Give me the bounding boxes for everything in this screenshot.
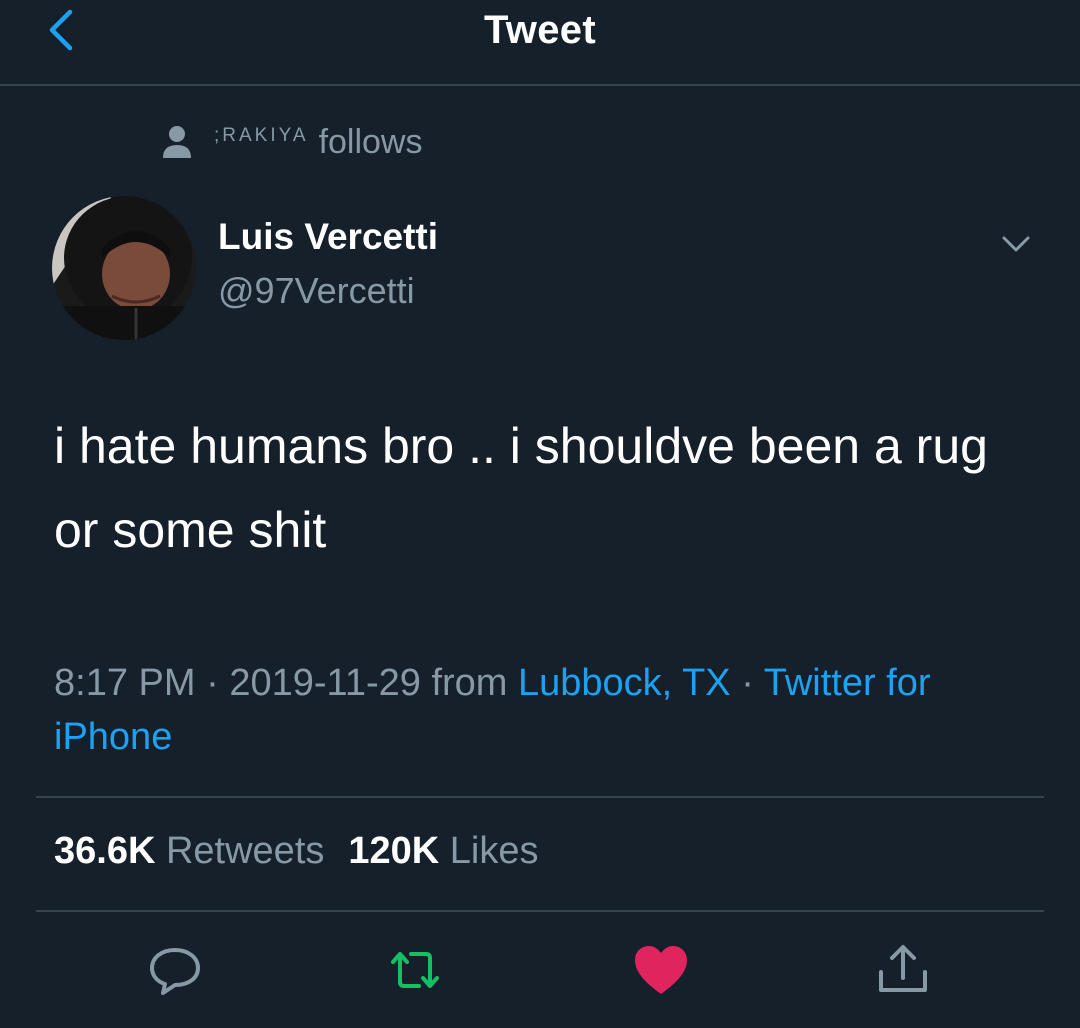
context-user-name: ;RAKIYA (214, 125, 309, 146)
author-handle[interactable]: @97Vercetti (218, 270, 415, 312)
author-display-name[interactable]: Luis Vercetti (218, 216, 438, 258)
retweets-label: Retweets (165, 830, 325, 872)
retweets-count: 36.6K (54, 830, 156, 872)
avatar-photo (52, 196, 196, 340)
chevron-down-icon (1002, 236, 1030, 252)
likes-stat[interactable]: 120K Likes (348, 830, 538, 873)
top-bar: Tweet (0, 0, 1080, 86)
meta-separator: · (195, 662, 230, 704)
tweet-date: 2019-11-29 (229, 662, 421, 704)
from-label: from (431, 662, 508, 704)
person-icon (163, 126, 191, 158)
like-button[interactable] (629, 938, 693, 1002)
tweet-stats: 36.6K Retweets 120K Likes (54, 830, 539, 873)
reply-button[interactable] (143, 938, 207, 1002)
tweet-menu-button[interactable] (996, 224, 1036, 264)
retweets-stat[interactable]: 36.6K Retweets (54, 830, 324, 873)
tweet-meta: 8:17 PM · 2019-11-29 from Lubbock, TX · … (54, 656, 1014, 764)
divider (36, 796, 1044, 798)
tweet-time: 8:17 PM (54, 662, 196, 704)
page-title: Tweet (484, 8, 596, 52)
share-button[interactable] (871, 938, 935, 1002)
location-link[interactable]: Lubbock, TX (518, 662, 731, 704)
heart-icon (635, 946, 687, 994)
social-context[interactable]: ;RAKIYA follows (162, 118, 423, 166)
context-text: follows (318, 122, 423, 161)
share-icon (879, 945, 927, 992)
tweet-text: i hate humans bro .. i shouldve been a r… (54, 418, 988, 558)
divider (36, 910, 1044, 912)
likes-label: Likes (449, 830, 539, 872)
likes-count: 120K (348, 830, 440, 872)
retweet-button[interactable] (383, 938, 447, 1002)
retweet-icon (391, 952, 439, 988)
meta-separator: · (730, 662, 764, 704)
avatar[interactable] (52, 196, 196, 340)
reply-icon (150, 948, 200, 995)
